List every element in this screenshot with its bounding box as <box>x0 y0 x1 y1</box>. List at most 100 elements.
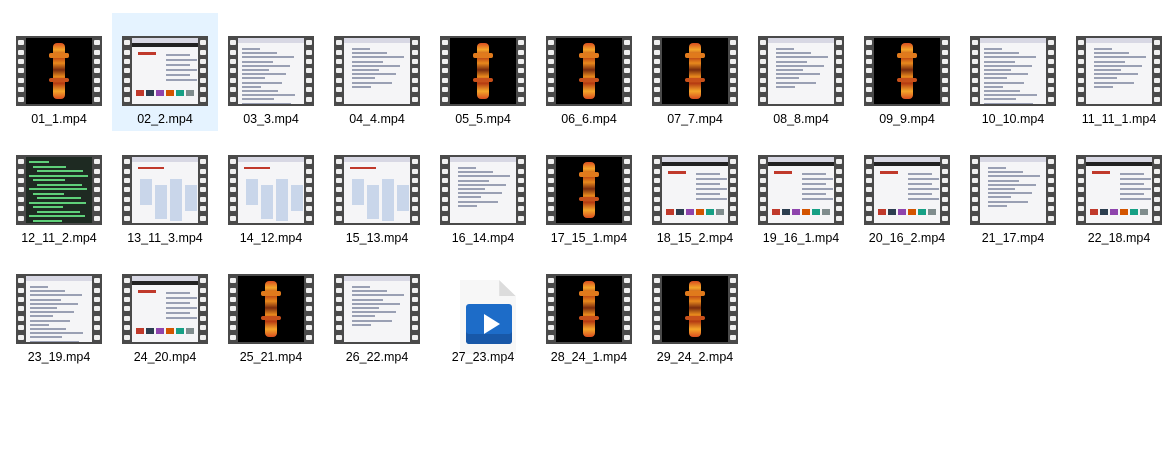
file-item[interactable]: 26_22.mp4 <box>324 251 430 369</box>
video-frame-screen <box>768 157 834 223</box>
file-item[interactable]: 02_2.mp4 <box>112 13 218 131</box>
file-item[interactable]: 09_9.mp4 <box>854 13 960 131</box>
file-item[interactable]: 14_12.mp4 <box>218 132 324 250</box>
film-sprockets <box>199 36 207 106</box>
film-sprockets <box>623 274 631 344</box>
film-sprockets <box>441 36 449 106</box>
video-frame-screen <box>980 38 1046 104</box>
file-item[interactable]: 03_3.mp4 <box>218 13 324 131</box>
film-strip-icon <box>334 36 420 106</box>
video-frame-dark <box>238 276 304 342</box>
file-name-label: 03_3.mp4 <box>243 112 299 126</box>
film-sprockets <box>653 155 661 225</box>
film-sprockets <box>305 155 313 225</box>
film-sprockets <box>229 155 237 225</box>
file-item[interactable]: 23_19.mp4 <box>6 251 112 369</box>
file-item[interactable]: 12_11_2.mp4 <box>6 132 112 250</box>
file-item[interactable]: 28_24_1.mp4 <box>536 251 642 369</box>
file-item[interactable]: 06_6.mp4 <box>536 13 642 131</box>
film-sprockets <box>199 274 207 344</box>
video-thumbnail <box>16 36 102 106</box>
file-item[interactable]: 19_16_1.mp4 <box>748 132 854 250</box>
video-thumbnail <box>16 155 102 225</box>
film-sprockets <box>623 155 631 225</box>
file-name-label: 28_24_1.mp4 <box>550 350 628 364</box>
film-strip-icon <box>546 36 632 106</box>
file-name-label: 01_1.mp4 <box>31 112 87 126</box>
film-strip-icon <box>864 155 950 225</box>
film-strip-icon <box>1076 36 1162 106</box>
film-strip-icon <box>758 36 844 106</box>
video-frame-screen <box>344 157 410 223</box>
film-sprockets <box>729 36 737 106</box>
totem-graphic <box>897 43 917 99</box>
file-item[interactable]: 11_11_1.mp4 <box>1066 13 1172 131</box>
film-sprockets <box>123 36 131 106</box>
film-sprockets <box>865 36 873 106</box>
video-thumbnail <box>122 36 208 106</box>
film-sprockets <box>123 155 131 225</box>
film-sprockets <box>411 274 419 344</box>
file-item[interactable]: 21_17.mp4 <box>960 132 1066 250</box>
film-strip-icon <box>122 155 208 225</box>
film-strip-icon <box>652 155 738 225</box>
film-sprockets <box>93 36 101 106</box>
film-sprockets <box>971 36 979 106</box>
video-thumbnail <box>546 36 632 106</box>
video-thumbnail <box>334 36 420 106</box>
film-sprockets <box>123 274 131 344</box>
file-name-label: 19_16_1.mp4 <box>762 231 840 245</box>
file-name-label: 02_2.mp4 <box>137 112 193 126</box>
film-sprockets <box>1077 155 1085 225</box>
video-frame-screen <box>874 157 940 223</box>
video-frame-screen <box>132 157 198 223</box>
file-item[interactable]: 24_20.mp4 <box>112 251 218 369</box>
file-item[interactable]: 25_21.mp4 <box>218 251 324 369</box>
film-sprockets <box>547 274 555 344</box>
file-item[interactable]: 07_7.mp4 <box>642 13 748 131</box>
video-frame-screen <box>132 38 198 104</box>
file-item[interactable]: 08_8.mp4 <box>748 13 854 131</box>
totem-graphic <box>685 281 705 337</box>
video-thumbnail <box>334 155 420 225</box>
file-name-label: 07_7.mp4 <box>667 112 723 126</box>
video-thumbnail <box>122 274 208 344</box>
file-item[interactable]: 16_14.mp4 <box>430 132 536 250</box>
file-name-label: 14_12.mp4 <box>239 231 303 245</box>
video-frame-screen <box>238 38 304 104</box>
totem-graphic <box>261 281 281 337</box>
file-name-label: 21_17.mp4 <box>981 231 1045 245</box>
file-name-label: 16_14.mp4 <box>451 231 515 245</box>
file-item[interactable]: 13_11_3.mp4 <box>112 132 218 250</box>
video-frame-screen <box>132 276 198 342</box>
film-strip-icon <box>652 36 738 106</box>
file-item[interactable]: 01_1.mp4 <box>6 13 112 131</box>
film-sprockets <box>971 155 979 225</box>
film-strip-icon <box>1076 155 1162 225</box>
film-sprockets <box>729 274 737 344</box>
file-item[interactable]: 27_23.mp4 <box>430 251 536 369</box>
file-item[interactable]: 10_10.mp4 <box>960 13 1066 131</box>
film-sprockets <box>17 36 25 106</box>
file-item[interactable]: 18_15_2.mp4 <box>642 132 748 250</box>
file-item[interactable]: 20_16_2.mp4 <box>854 132 960 250</box>
video-thumbnail <box>440 36 526 106</box>
file-item[interactable]: 17_15_1.mp4 <box>536 132 642 250</box>
video-thumbnail <box>970 155 1056 225</box>
file-item[interactable]: 15_13.mp4 <box>324 132 430 250</box>
file-name-label: 27_23.mp4 <box>451 350 515 364</box>
video-frame-dark <box>556 157 622 223</box>
video-frame-screen <box>1086 38 1152 104</box>
video-thumbnail <box>758 155 844 225</box>
film-sprockets <box>1153 36 1161 106</box>
video-thumbnail <box>546 274 632 344</box>
file-item[interactable]: 05_5.mp4 <box>430 13 536 131</box>
file-name-label: 13_11_3.mp4 <box>127 231 203 245</box>
totem-graphic <box>579 281 599 337</box>
video-frame-screen <box>450 157 516 223</box>
file-item[interactable]: 04_4.mp4 <box>324 13 430 131</box>
file-item[interactable]: 22_18.mp4 <box>1066 132 1172 250</box>
film-strip-icon <box>970 155 1056 225</box>
film-sprockets <box>941 36 949 106</box>
file-item[interactable]: 29_24_2.mp4 <box>642 251 748 369</box>
